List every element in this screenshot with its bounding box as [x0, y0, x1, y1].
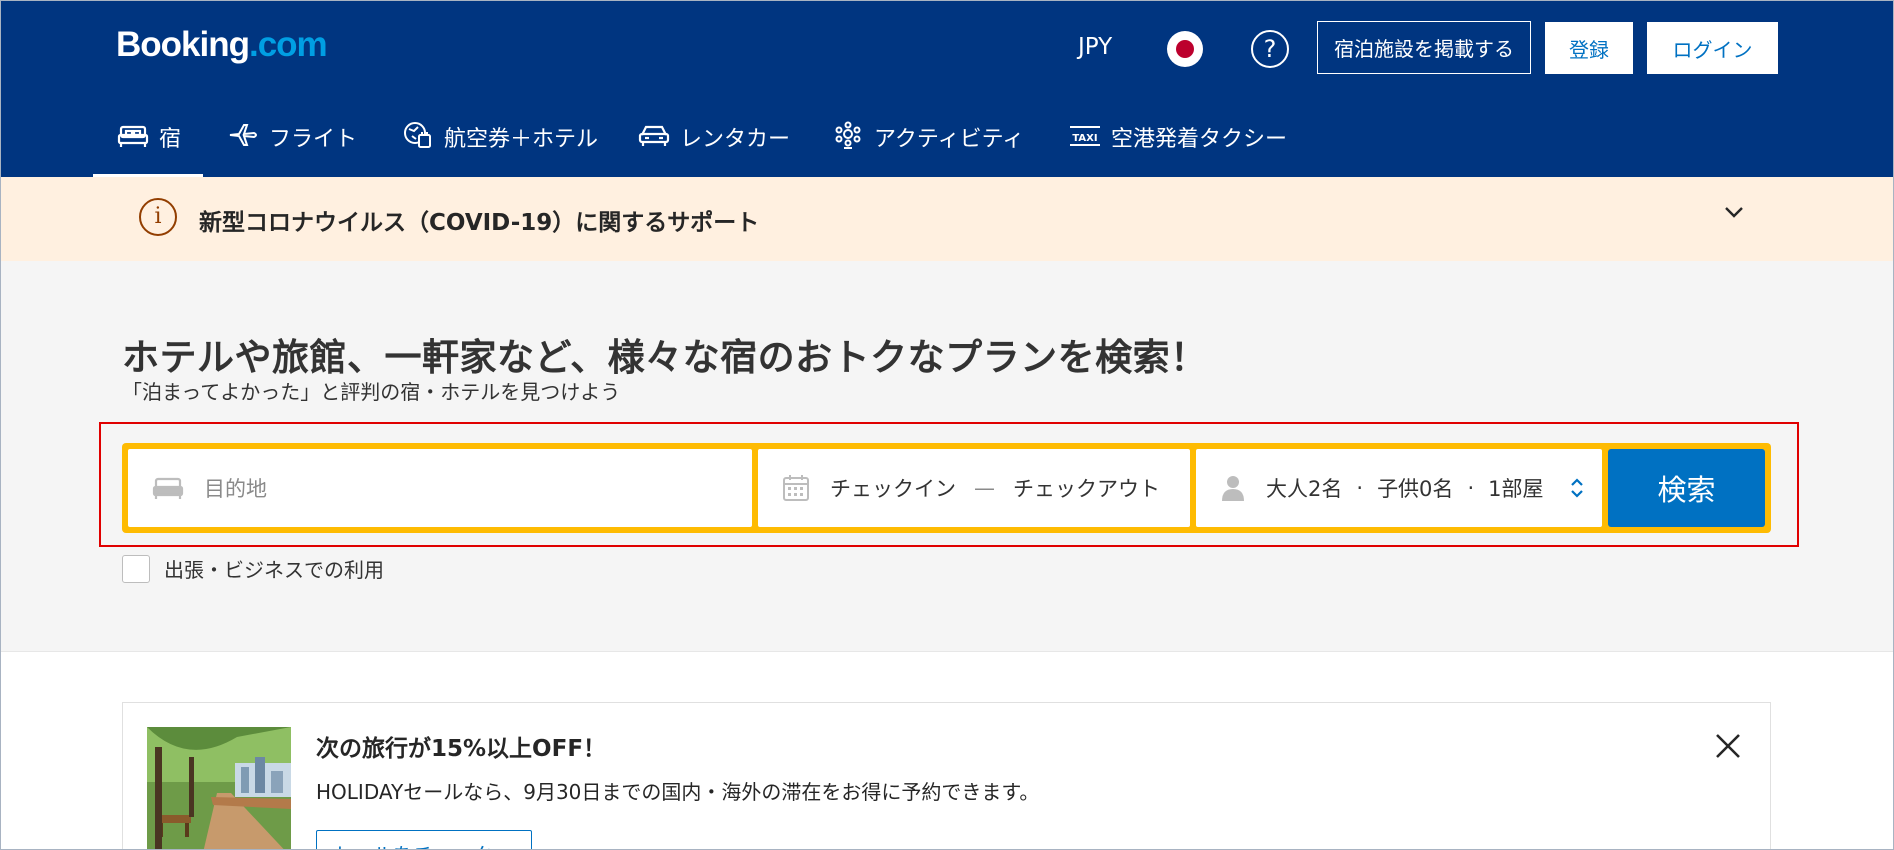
nav-item-label: レンタカー [680, 127, 791, 152]
promo-title: 次の旅行が15%以上OFF！ [316, 736, 607, 762]
search-box: 目的地 チェックイン — チェックアウト 大人2名 · 子供0名 · 1部屋 検… [122, 443, 1771, 533]
search-button[interactable]: 検索 [1608, 449, 1765, 527]
up-down-chevron-icon[interactable] [1570, 477, 1584, 499]
nav-item-attractions[interactable]: アクティビティ [832, 107, 1024, 177]
checkout-label[interactable]: チェックアウト [1013, 473, 1160, 503]
business-travel-checkbox[interactable] [122, 554, 150, 583]
chevron-down-icon[interactable] [1723, 205, 1745, 219]
register-button[interactable]: 登録 [1545, 22, 1633, 74]
promo-image [147, 727, 291, 849]
page-subtitle: 「泊まってよかった」と評判の宿・ホテルを見つけよう [122, 380, 621, 404]
calendar-icon [783, 475, 809, 501]
list-property-button[interactable]: 宿泊施設を掲載する [1317, 21, 1531, 74]
date-picker-field[interactable]: チェックイン — チェックアウト [758, 449, 1190, 527]
browser-frame: Booking.com JPY ? 宿泊施設を掲載する 登録 ログイン 宿 フラ [0, 0, 1894, 850]
nav-item-flights[interactable]: フライト [227, 107, 357, 177]
nav-item-airport-taxi[interactable]: TAXI 空港発着タクシー [1069, 107, 1287, 177]
nav-item-label: 宿 [159, 127, 182, 152]
plane-hotel-icon [404, 122, 431, 148]
taxi-icon: TAXI [1070, 126, 1100, 146]
children-count: 子供0名 [1377, 477, 1454, 501]
car-icon [638, 125, 670, 146]
nav-item-label: 空港発着タクシー [1111, 127, 1288, 152]
nav-item-label: 航空券＋ホテル [444, 127, 599, 152]
person-icon [1222, 476, 1244, 501]
nav-item-label: フライト [269, 127, 358, 152]
page-title: ホテルや旅館、一軒家など、様々な宿のおトクなプランを検索！ [122, 336, 1208, 379]
promo-text: HOLIDAYセールなら、9月30日までの国内・海外の滞在をお得に予約できます。 [316, 780, 1040, 804]
main-nav: 宿 フライト 航空券＋ホテル レンタカー アクティビティ TAXI 空港発着タク… [93, 107, 1393, 177]
destination-input[interactable]: 目的地 [204, 473, 267, 503]
guest-separator: · [1356, 476, 1364, 500]
destination-field[interactable]: 目的地 [128, 449, 752, 527]
japan-flag-icon[interactable] [1167, 31, 1203, 67]
adults-count: 大人2名 [1266, 477, 1343, 501]
plane-icon [229, 124, 257, 146]
date-separator: — [974, 476, 995, 500]
hero-section: ホテルや旅館、一軒家など、様々な宿のおトクなプランを検索！ 「泊まってよかった」… [1, 261, 1893, 652]
close-icon[interactable] [1713, 731, 1743, 761]
covid-banner[interactable]: i 新型コロナウイルス（COVID-19）に関するサポート [1, 177, 1893, 261]
bed-icon [152, 477, 184, 499]
business-travel-option[interactable]: 出張・ビジネスでの利用 [122, 554, 384, 583]
question-icon[interactable]: ? [1251, 30, 1289, 68]
business-travel-label: 出張・ビジネスでの利用 [164, 558, 384, 582]
currency-selector[interactable]: JPY [1078, 34, 1112, 60]
attractions-icon [835, 121, 861, 149]
svg-text:TAXI: TAXI [1072, 133, 1097, 144]
bed-icon [117, 125, 149, 147]
checkin-label[interactable]: チェックイン [830, 473, 956, 503]
header: Booking.com JPY ? 宿泊施設を掲載する 登録 ログイン 宿 フラ [1, 1, 1893, 177]
promo-card: 次の旅行が15%以上OFF！ HOLIDAYセールなら、9月30日までの国内・海… [122, 702, 1771, 849]
nav-item-stays[interactable]: 宿 [93, 107, 203, 177]
rooms-count: 1部屋 [1488, 477, 1544, 501]
nav-item-label: アクティビティ [874, 127, 1025, 152]
covid-banner-text: 新型コロナウイルス（COVID-19）に関するサポート [199, 210, 760, 236]
info-icon: i [139, 198, 177, 236]
guest-separator: · [1467, 476, 1475, 500]
nav-item-car-rental[interactable]: レンタカー [638, 107, 790, 177]
nav-item-flight-hotel[interactable]: 航空券＋ホテル [402, 107, 598, 177]
guests-field[interactable]: 大人2名 · 子供0名 · 1部屋 [1196, 449, 1602, 527]
login-button[interactable]: ログイン [1647, 22, 1778, 74]
booking-logo[interactable]: Booking.com [116, 25, 328, 65]
sale-check-button[interactable]: セールをチェック [316, 830, 532, 849]
